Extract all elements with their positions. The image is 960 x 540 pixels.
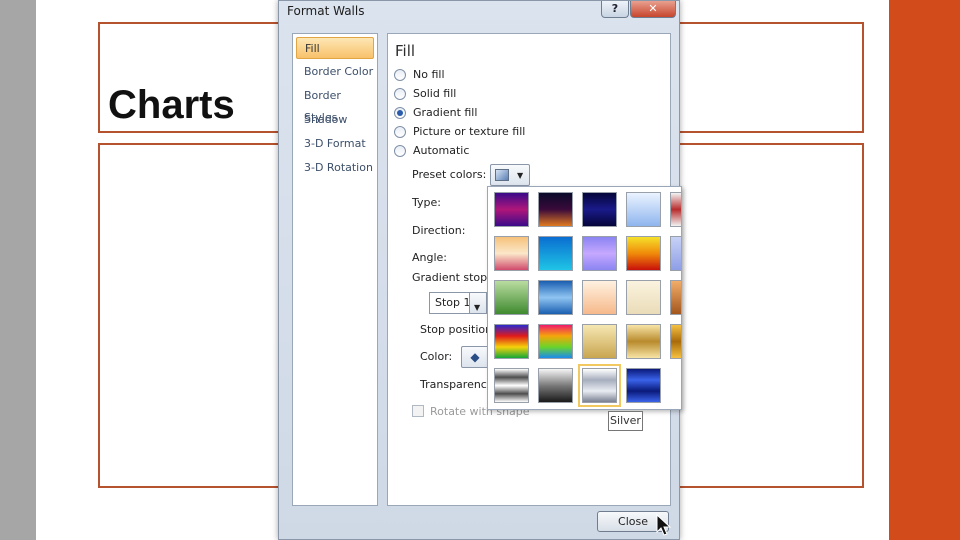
rotate-with-shape-checkbox[interactable] xyxy=(412,405,424,417)
gradient-preset-swatch[interactable] xyxy=(494,236,529,271)
stop-position-label: Stop position: xyxy=(420,323,496,336)
preset-colors-button[interactable]: ▼ xyxy=(490,164,530,186)
gradient-preset-swatch[interactable] xyxy=(582,324,617,359)
swatch-tooltip: Silver xyxy=(608,411,643,431)
color-label: Color: xyxy=(420,350,453,363)
category-list: Fill Border Color Border Styles Shadow 3… xyxy=(292,33,378,506)
stop-select-value: Stop 1 xyxy=(435,296,471,309)
transparency-label: Transparency xyxy=(420,378,494,391)
gradient-preset-swatch[interactable] xyxy=(670,236,681,271)
angle-label: Angle: xyxy=(412,251,448,264)
gradient-preset-swatch[interactable] xyxy=(670,280,681,315)
radio-label: No fill xyxy=(413,68,445,81)
dialog-titlebar[interactable]: Format Walls ? ✕ xyxy=(279,1,679,23)
nav-item-border-styles[interactable]: Border Styles xyxy=(296,85,374,124)
gradient-preset-swatch[interactable] xyxy=(578,364,621,407)
dropdown-arrow-icon: ▼ xyxy=(474,303,481,312)
preset-colors-label: Preset colors: xyxy=(412,168,487,181)
nav-item-3d-format[interactable]: 3-D Format xyxy=(296,133,374,155)
radio-label: Automatic xyxy=(413,144,470,157)
gradient-preset-swatch[interactable] xyxy=(494,368,529,403)
help-button[interactable]: ? xyxy=(601,1,629,18)
mouse-cursor-icon xyxy=(656,514,672,536)
gradient-preset-swatch[interactable] xyxy=(494,280,529,315)
gradient-preset-swatch[interactable] xyxy=(626,192,661,227)
slide-accent-bar xyxy=(889,0,960,540)
gradient-preset-swatch[interactable] xyxy=(494,324,529,359)
radio-button[interactable] xyxy=(394,88,406,100)
gradient-stop-select[interactable]: Stop 1 ▼ xyxy=(429,292,487,314)
gradient-preset-swatch[interactable] xyxy=(626,236,661,271)
color-picker-button[interactable]: ◆ xyxy=(461,346,489,368)
radio-label: Solid fill xyxy=(413,87,457,100)
gradient-preset-swatch[interactable] xyxy=(538,324,573,359)
direction-label: Direction: xyxy=(412,224,466,237)
gradient-preset-swatch[interactable] xyxy=(582,280,617,315)
type-label: Type: xyxy=(412,196,441,209)
gradient-preset-swatch[interactable] xyxy=(626,280,661,315)
gradient-preset-swatch[interactable] xyxy=(670,324,681,359)
gradient-preset-swatch[interactable] xyxy=(538,280,573,315)
gradient-preset-swatch[interactable] xyxy=(538,368,573,403)
paint-bucket-icon: ◆ xyxy=(470,350,480,364)
gradient-preset-swatch[interactable] xyxy=(626,368,661,403)
gradient-preset-swatch[interactable] xyxy=(626,324,661,359)
radio-button[interactable] xyxy=(394,126,406,138)
slide-left-strip xyxy=(0,0,36,540)
nav-item-fill[interactable]: Fill xyxy=(296,37,374,59)
dialog-title: Format Walls xyxy=(287,4,365,18)
radio-button[interactable] xyxy=(394,107,406,119)
nav-item-shadow[interactable]: Shadow xyxy=(296,109,374,131)
close-icon[interactable]: ✕ xyxy=(630,1,676,18)
gradient-swatch-icon xyxy=(495,169,509,181)
stop-dropdown-button[interactable]: ▼ xyxy=(469,293,486,313)
gradient-stops-label: Gradient stops xyxy=(412,271,493,284)
radio-button[interactable] xyxy=(394,69,406,81)
gradient-preset-swatch[interactable] xyxy=(582,236,617,271)
dropdown-arrow-icon: ▼ xyxy=(517,171,524,180)
section-title: Fill xyxy=(395,42,416,60)
radio-label: Gradient fill xyxy=(413,106,478,119)
nav-item-border-color[interactable]: Border Color xyxy=(296,61,374,83)
preset-colors-gallery xyxy=(487,186,682,410)
gradient-preset-swatch[interactable] xyxy=(670,192,681,227)
gradient-preset-swatch[interactable] xyxy=(582,192,617,227)
gradient-preset-swatch[interactable] xyxy=(538,192,573,227)
gradient-preset-swatch[interactable] xyxy=(494,192,529,227)
nav-item-3d-rotation[interactable]: 3-D Rotation xyxy=(296,157,374,179)
slide-title: Charts xyxy=(108,83,235,127)
radio-button[interactable] xyxy=(394,145,406,157)
gradient-preset-swatch[interactable] xyxy=(538,236,573,271)
radio-label: Picture or texture fill xyxy=(413,125,526,138)
